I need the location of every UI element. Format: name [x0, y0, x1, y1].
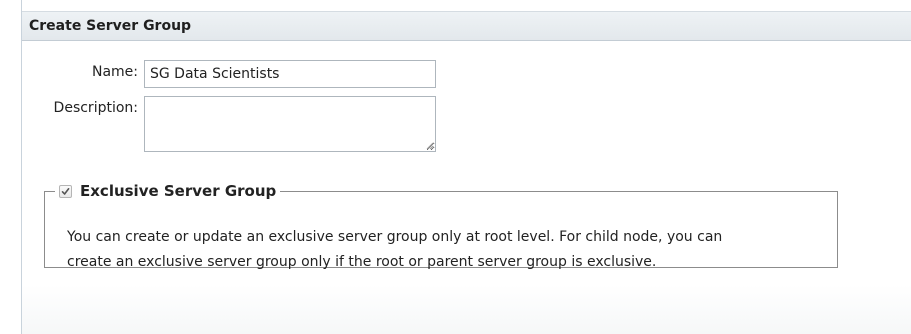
- exclusive-server-group-legend: Exclusive Server Group: [55, 182, 280, 200]
- check-icon: [61, 187, 70, 195]
- help-text-line: create an exclusive server group only if…: [67, 254, 657, 270]
- description-field-wrapper: [144, 96, 436, 152]
- exclusive-server-group-fieldset: Exclusive Server Group You can create or…: [44, 182, 838, 270]
- help-text-line: You can create or update an exclusive se…: [67, 229, 723, 245]
- exclusive-server-group-help: You can create or update an exclusive se…: [67, 225, 827, 275]
- name-label: Name:: [91, 64, 138, 80]
- description-input[interactable]: [144, 96, 436, 152]
- dialog-titlebar: Create Server Group: [22, 11, 911, 41]
- exclusive-server-group-checkbox[interactable]: [59, 184, 72, 198]
- dialog-title: Create Server Group: [29, 18, 192, 34]
- create-server-group-dialog: Create Server Group Name: Description: E…: [21, 0, 911, 334]
- name-input[interactable]: [144, 60, 436, 88]
- dialog-footer-area: [22, 285, 911, 334]
- exclusive-server-group-label[interactable]: Exclusive Server Group: [80, 182, 276, 200]
- description-label: Description:: [53, 100, 138, 116]
